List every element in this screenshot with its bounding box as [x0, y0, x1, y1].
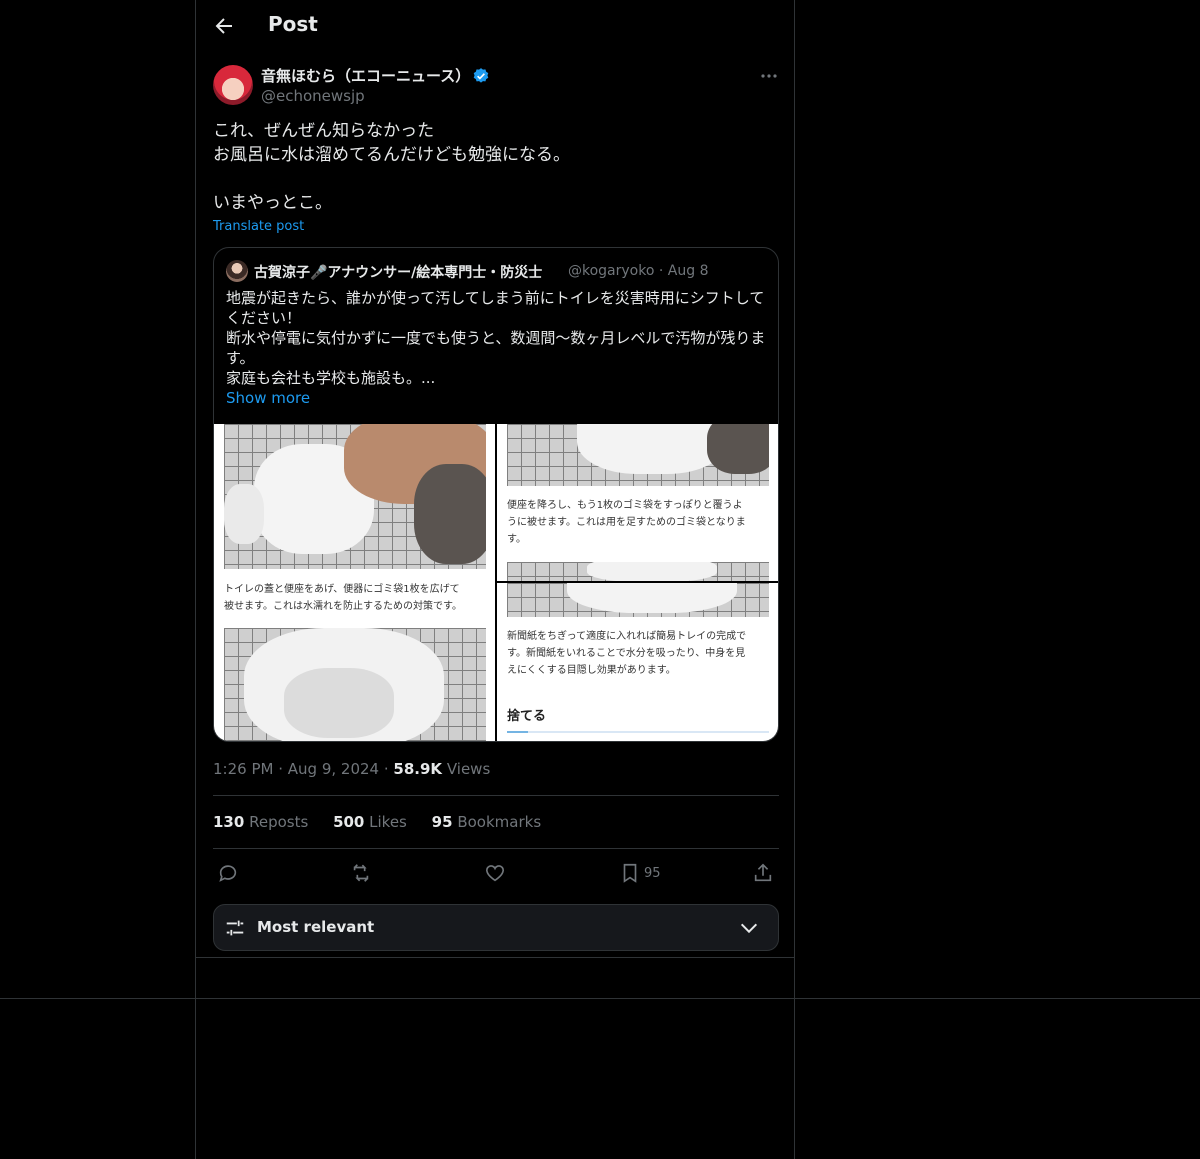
- verified-badge-icon: [472, 67, 490, 85]
- quoted-post[interactable]: 古賀涼子🎤アナウンサー/絵本専門士・防災士 @kogaryoko · Aug 8…: [213, 247, 779, 742]
- progress-fill: [507, 731, 528, 733]
- author-avatar[interactable]: [213, 65, 253, 105]
- dot-separator: ·: [278, 760, 288, 778]
- header: Post: [196, 0, 794, 53]
- reposts-count: 130: [213, 813, 245, 831]
- photo-leg-shape: [414, 464, 486, 564]
- photo-strip: [507, 562, 769, 581]
- photo-paper-shape: [284, 668, 394, 738]
- more-options-icon[interactable]: [759, 66, 779, 86]
- chevron-down-icon: [738, 917, 760, 939]
- post-text: これ、ぜんぜん知らなかった お風呂に水は溜めてるんだけども勉強になる。 いまやっ…: [213, 121, 570, 213]
- engagement-stats: 130 Reposts 500 Likes 95 Bookmarks: [213, 813, 561, 831]
- reply-sort-dropdown[interactable]: Most relevant: [213, 904, 779, 951]
- views-count: 58.9K: [393, 760, 443, 778]
- photo-bag-shape-4: [567, 583, 737, 613]
- share-icon[interactable]: [752, 862, 774, 886]
- bookmarks-count: 95: [431, 813, 453, 831]
- caption-2: 便座を降ろし、もう1枚のゴミ袋をすっぽりと覆うよ うに被せます。これは用を足すた…: [507, 500, 746, 545]
- repost-icon[interactable]: [350, 862, 372, 886]
- thread-divider: [196, 957, 794, 958]
- page-title: Post: [268, 12, 318, 36]
- post-time[interactable]: 1:26 PM: [213, 760, 273, 778]
- reposts-stat[interactable]: 130 Reposts: [213, 813, 308, 831]
- likes-count: 500: [333, 813, 365, 831]
- show-more-link[interactable]: Show more: [226, 389, 310, 407]
- likes-stat[interactable]: 500 Likes: [333, 813, 407, 831]
- progress-bar: [507, 731, 769, 733]
- quote-media-grid: トイレの蓋と便座をあげ、便器にゴミ袋1枚を広げて 被せます。これは水濡れを防止す…: [214, 424, 778, 741]
- photo-toilet-floor: [507, 424, 769, 486]
- views-label: Views: [446, 760, 491, 778]
- quote-author-avatar: [226, 260, 248, 282]
- quote-author-handle: @kogaryoko: [568, 263, 655, 279]
- photo-toilet-bag: [224, 424, 486, 569]
- divider: [213, 795, 779, 796]
- photo-toilet-bag-2: [224, 628, 486, 741]
- section-title: 捨てる: [507, 709, 547, 724]
- photo-toilet-top: [507, 583, 769, 617]
- quote-meta: @kogaryoko · Aug 8: [568, 263, 708, 279]
- media-image-right-bottom[interactable]: 新聞紙をちぎって適度に入れれば簡易トレイの完成で す。新聞紙をいれることで水分を…: [497, 583, 778, 741]
- divider: [213, 848, 779, 849]
- quote-author-name: 古賀涼子🎤アナウンサー/絵本専門士・防災士: [254, 265, 543, 281]
- reply-icon[interactable]: [217, 862, 239, 886]
- reposts-label: Reposts: [249, 813, 309, 831]
- bookmarks-stat[interactable]: 95 Bookmarks: [432, 813, 541, 831]
- photo-wall-shape: [224, 484, 264, 544]
- post-timestamp: 1:26 PM · Aug 9, 2024 · 58.9K Views: [213, 760, 490, 778]
- back-arrow-icon[interactable]: [212, 14, 236, 38]
- sort-label: Most relevant: [257, 918, 375, 936]
- dot-separator: ·: [658, 263, 668, 279]
- quote-text: 地震が起きたら、誰かが使って汚してしまう前にトイレを災害時用にシフトしてください…: [226, 289, 766, 387]
- quote-date: Aug 8: [667, 263, 709, 279]
- bookmark-icon[interactable]: [619, 862, 641, 886]
- likes-label: Likes: [369, 813, 407, 831]
- translate-post-link[interactable]: Translate post: [213, 219, 304, 234]
- author-name[interactable]: 音無ほむら（エコーニュース）: [261, 65, 470, 86]
- bookmarks-label: Bookmarks: [457, 813, 542, 831]
- main-column: Post 音無ほむら（エコーニュース） @echonewsjp これ、ぜんぜん知…: [195, 0, 795, 1159]
- media-image-right-top[interactable]: 便座を降ろし、もう1枚のゴミ袋をすっぽりと覆うよ うに被せます。これは用を足すた…: [497, 424, 778, 581]
- photo-leg-shape-2: [707, 424, 769, 474]
- sliders-icon: [224, 917, 246, 939]
- caption-1: トイレの蓋と便座をあげ、便器にゴミ袋1枚を広げて 被せます。これは水濡れを防止す…: [224, 584, 462, 612]
- author-handle[interactable]: @echonewsjp: [261, 87, 365, 105]
- like-icon[interactable]: [484, 862, 506, 886]
- bookmark-count: 95: [644, 866, 661, 881]
- photo-bag-strip: [587, 562, 717, 581]
- dot-separator: ·: [383, 760, 394, 778]
- photo-bag-shape-3: [577, 424, 727, 474]
- media-image-left[interactable]: トイレの蓋と便座をあげ、便器にゴミ袋1枚を広げて 被せます。これは水濡れを防止す…: [214, 424, 495, 741]
- caption-3: 新聞紙をちぎって適度に入れれば簡易トレイの完成で す。新聞紙をいれることで水分を…: [507, 631, 747, 676]
- post-date[interactable]: Aug 9, 2024: [288, 760, 379, 778]
